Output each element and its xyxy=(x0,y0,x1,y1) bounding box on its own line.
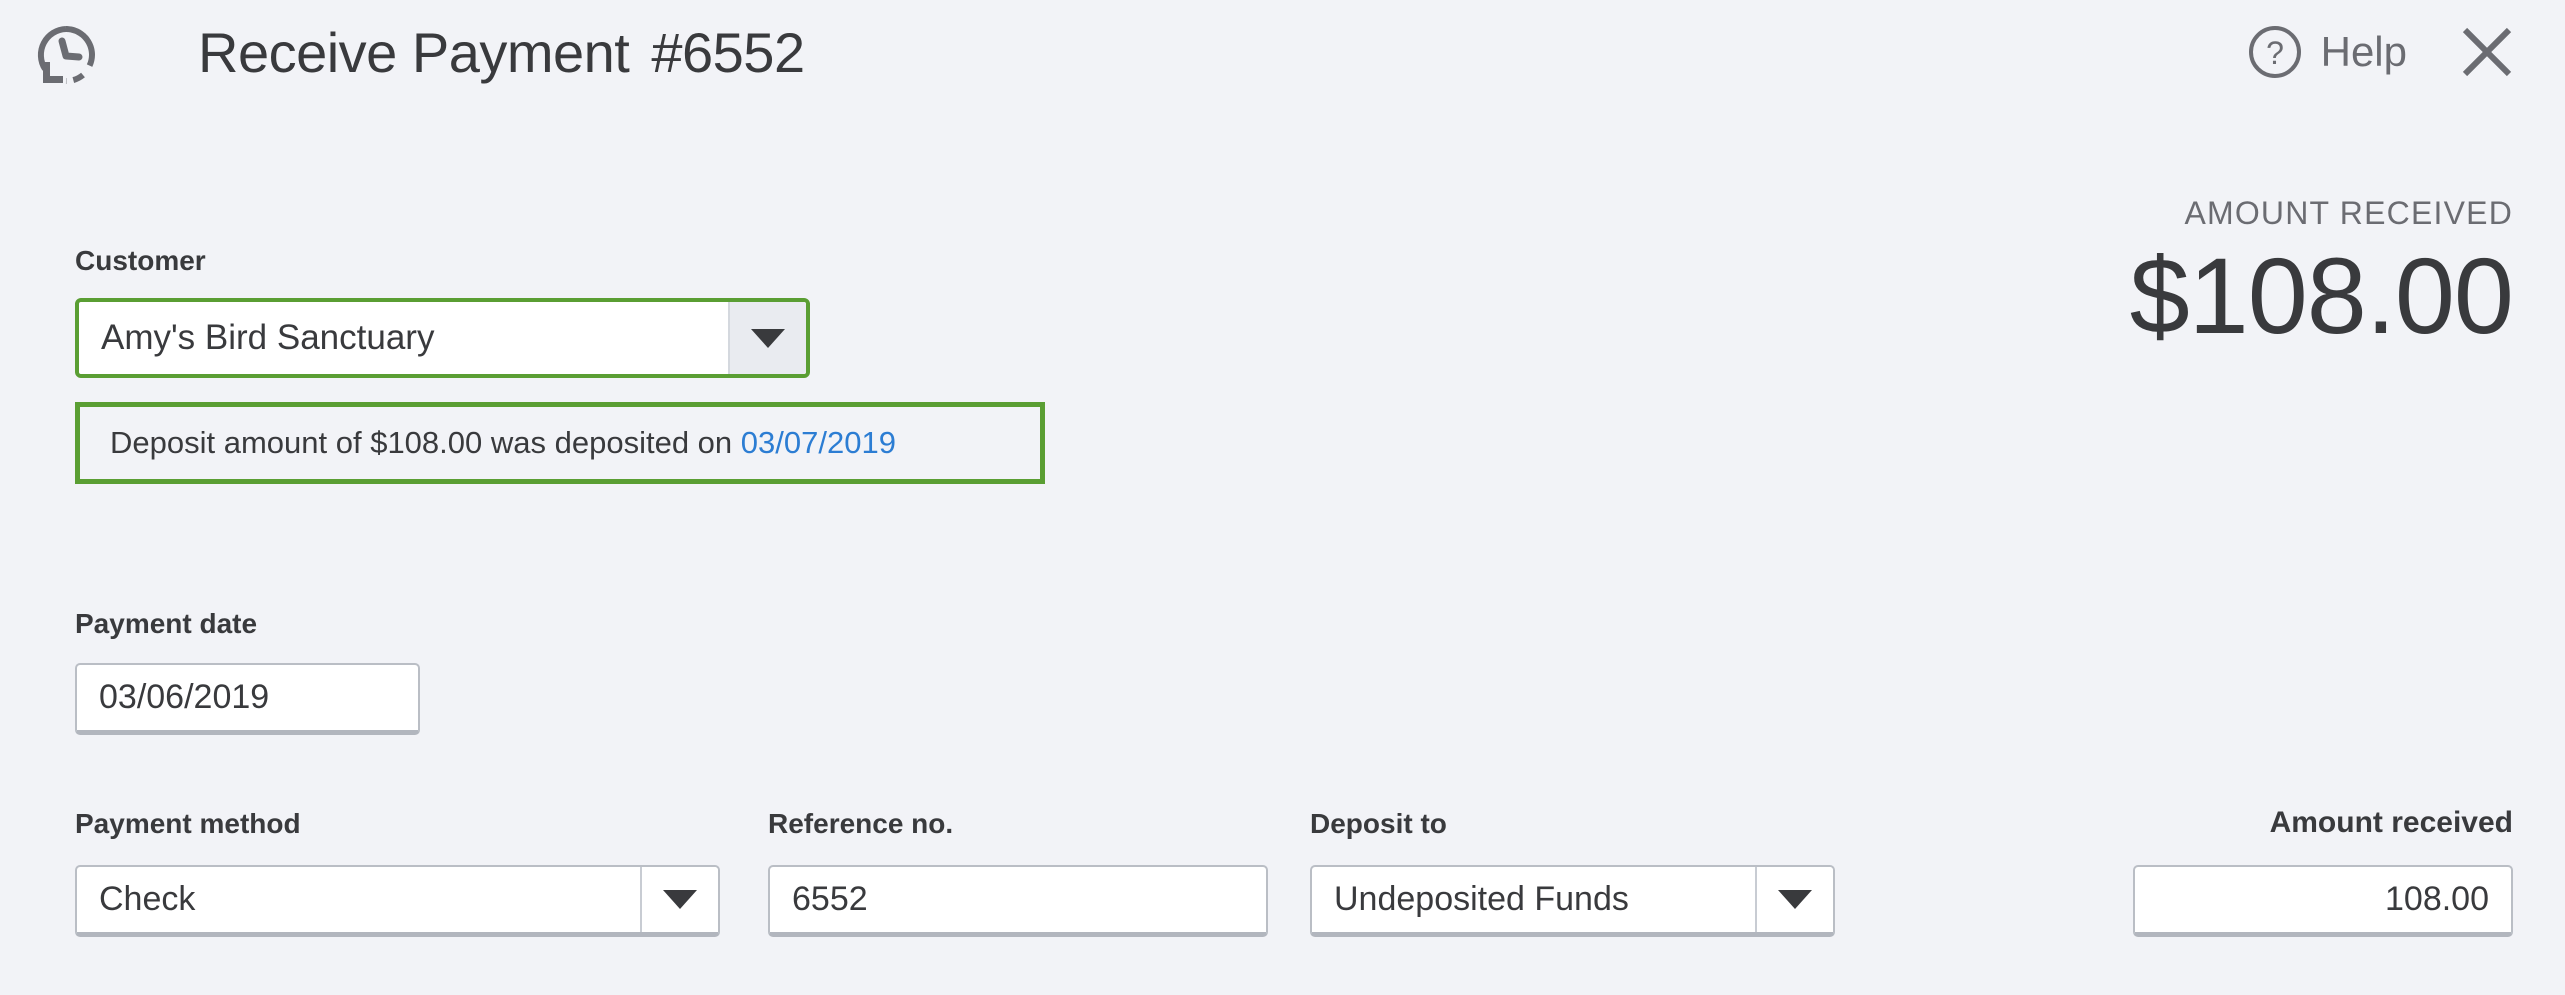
document-number: #6552 xyxy=(651,21,805,84)
deposit-to-label: Deposit to xyxy=(1310,808,1447,839)
payment-method-dropdown-button[interactable] xyxy=(640,867,718,932)
chevron-down-icon xyxy=(751,328,785,348)
header-actions: ? Help xyxy=(2247,22,2517,82)
amount-received-caption: AMOUNT RECEIVED xyxy=(2184,195,2513,231)
amount-received-field[interactable]: 108.00 xyxy=(2133,865,2513,937)
payment-method-combobox[interactable]: Check xyxy=(75,865,720,937)
deposit-to-combobox[interactable]: Undeposited Funds xyxy=(1310,865,1835,937)
payment-method-input[interactable]: Check xyxy=(77,880,640,919)
payment-date-input[interactable]: 03/06/2019 xyxy=(77,678,418,717)
recurring-clock-icon[interactable] xyxy=(33,22,99,88)
help-button[interactable]: ? Help xyxy=(2247,24,2407,80)
deposit-to-dropdown-button[interactable] xyxy=(1755,867,1833,932)
payment-date-label: Payment date xyxy=(75,608,258,639)
page-header: Receive Payment #6552 ? Help xyxy=(0,0,2565,110)
deposit-date-link[interactable]: 03/07/2019 xyxy=(741,425,896,460)
customer-combobox[interactable]: Amy's Bird Sanctuary xyxy=(75,298,810,378)
amount-received-panel: AMOUNT RECEIVED $108.00 xyxy=(2129,195,2514,356)
chevron-down-icon xyxy=(663,890,697,909)
customer-label: Customer xyxy=(75,245,206,276)
customer-dropdown-button[interactable] xyxy=(728,302,806,374)
receive-payment-screen: Receive Payment #6552 ? Help Customer Am… xyxy=(0,0,2565,995)
amount-received-label: Amount received xyxy=(2269,806,2513,839)
page-title-text: Receive Payment xyxy=(198,21,630,84)
reference-no-field[interactable]: 6552 xyxy=(768,865,1268,937)
customer-input[interactable]: Amy's Bird Sanctuary xyxy=(79,318,728,358)
question-circle-icon: ? xyxy=(2247,24,2303,80)
amount-received-input[interactable]: 108.00 xyxy=(2135,880,2511,919)
close-x-icon[interactable] xyxy=(2457,22,2517,82)
payment-method-label: Payment method xyxy=(75,808,301,839)
amount-received-total: $108.00 xyxy=(2129,235,2514,356)
reference-no-input[interactable]: 6552 xyxy=(770,880,1266,919)
deposit-to-input[interactable]: Undeposited Funds xyxy=(1312,880,1755,919)
help-label: Help xyxy=(2320,28,2407,75)
chevron-down-icon xyxy=(1778,890,1812,909)
svg-text:?: ? xyxy=(2266,35,2284,71)
payment-date-field[interactable]: 03/06/2019 xyxy=(75,663,420,735)
page-title: Receive Payment #6552 xyxy=(198,20,805,85)
deposit-notice-message: Deposit amount of $108.00 was deposited … xyxy=(110,425,733,460)
reference-no-label: Reference no. xyxy=(768,808,954,839)
deposit-notice-text: Deposit amount of $108.00 was deposited … xyxy=(110,425,896,461)
deposit-notice: Deposit amount of $108.00 was deposited … xyxy=(75,402,1045,484)
